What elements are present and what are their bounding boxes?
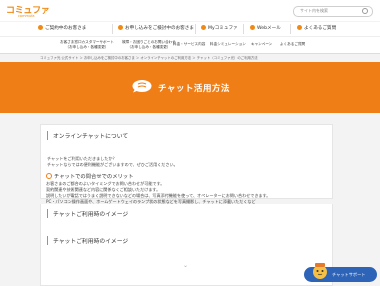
nav2-campaign[interactable]: キャンペーン: [251, 42, 272, 47]
nav-label: よくあるご質問: [304, 26, 337, 31]
nav2-label: 料金・サービス内容: [173, 42, 206, 46]
divider: [195, 24, 196, 34]
arrow-icon: [118, 25, 123, 30]
divider: [243, 24, 244, 34]
nav-label: Webメール: [257, 26, 281, 31]
merit-heading-text: チャットでの問合せでのメリット: [54, 174, 134, 180]
divider: [290, 24, 291, 34]
nav-webmail[interactable]: Webメール: [250, 25, 281, 31]
section-title: チャットご利用時のイメージ: [47, 209, 128, 218]
merit-heading: チャットでの問合せでのメリット: [46, 172, 133, 180]
nav-label: ご契約中のお客さま: [45, 26, 87, 31]
chevron-down-icon: ⌄: [183, 262, 189, 269]
search-placeholder: サイト内を検索: [300, 8, 328, 13]
nav2-sublabel: （お申し込み・各種変更）: [127, 45, 171, 49]
user-icon: [201, 25, 206, 30]
nav2-label: 故障・お困りごとのお問い合わせ: [122, 40, 176, 44]
nav2-label: お客さま窓口カスタマーサポート: [60, 40, 114, 44]
search-input[interactable]: サイト内を検索: [293, 6, 373, 17]
text-line: チャットならではの便利機能がございますので、ぜひご活用ください。: [47, 162, 178, 167]
logo-subtext: commufa: [18, 14, 35, 18]
nav-current-customers[interactable]: ご契約中のお客さま: [38, 25, 86, 31]
nav-my-commufa[interactable]: Myコミュファ: [201, 25, 238, 31]
secondary-nav: お客さま窓口カスタマーサポート （お申し込み・各種変更） 故障・お困りごとのお問い…: [0, 37, 380, 54]
search-icon[interactable]: [362, 8, 368, 14]
page-title: チャット活用方法: [158, 84, 230, 94]
section-title: オンラインチャットについて: [47, 131, 128, 140]
primary-nav: ご契約中のお客さま お申し込みをご検討中のお客さま Myコミュファ Webメール…: [0, 22, 380, 37]
nav2-support[interactable]: お客さま窓口カスタマーサポート （お申し込み・各種変更）: [60, 40, 114, 50]
nav2-trouble[interactable]: 故障・お困りごとのお問い合わせ （お申し込み・各種変更）: [122, 40, 176, 50]
nav2-simulation[interactable]: 料金シミュレーション: [210, 42, 246, 47]
nav2-sublabel: （お申し込み・各種変更）: [65, 45, 109, 49]
nav-label: Myコミュファ: [208, 26, 238, 31]
nav2-label: キャンペーン: [251, 42, 273, 46]
mail-icon: [250, 25, 255, 30]
nav-label: お申し込みをご検討中のお客さま: [125, 26, 194, 31]
arrow-icon: [38, 25, 43, 30]
divider: [112, 24, 113, 34]
breadcrumb[interactable]: コミュファ光 公式サイト ＞ お申し込みをご検討中のお客さま ＞ オンラインチャ…: [40, 55, 258, 60]
mascot-icon: [313, 263, 327, 279]
section-chat-image: チャットご利用時のイメージ チャットご利用時のイメージ: [40, 204, 333, 286]
nav2-faq[interactable]: よくあるご質問: [280, 42, 305, 47]
nav2-label: 料金シミュレーション: [210, 42, 246, 46]
nav-prospective-customers[interactable]: お申し込みをご検討中のお客さま: [118, 25, 194, 31]
question-icon: [297, 25, 302, 30]
circle-icon: [46, 172, 52, 179]
chat-support-label: チャットサポート: [332, 272, 366, 277]
section-title: チャットご利用時のイメージ: [47, 236, 128, 245]
nav-faq[interactable]: よくあるご質問: [297, 25, 336, 31]
site-header: コミュファ commufa サイト内を検索: [0, 0, 380, 21]
nav2-pricing[interactable]: 料金・サービス内容: [173, 42, 205, 47]
chat-bubble-icon: [132, 80, 152, 93]
nav2-label: よくあるご質問: [280, 42, 306, 46]
